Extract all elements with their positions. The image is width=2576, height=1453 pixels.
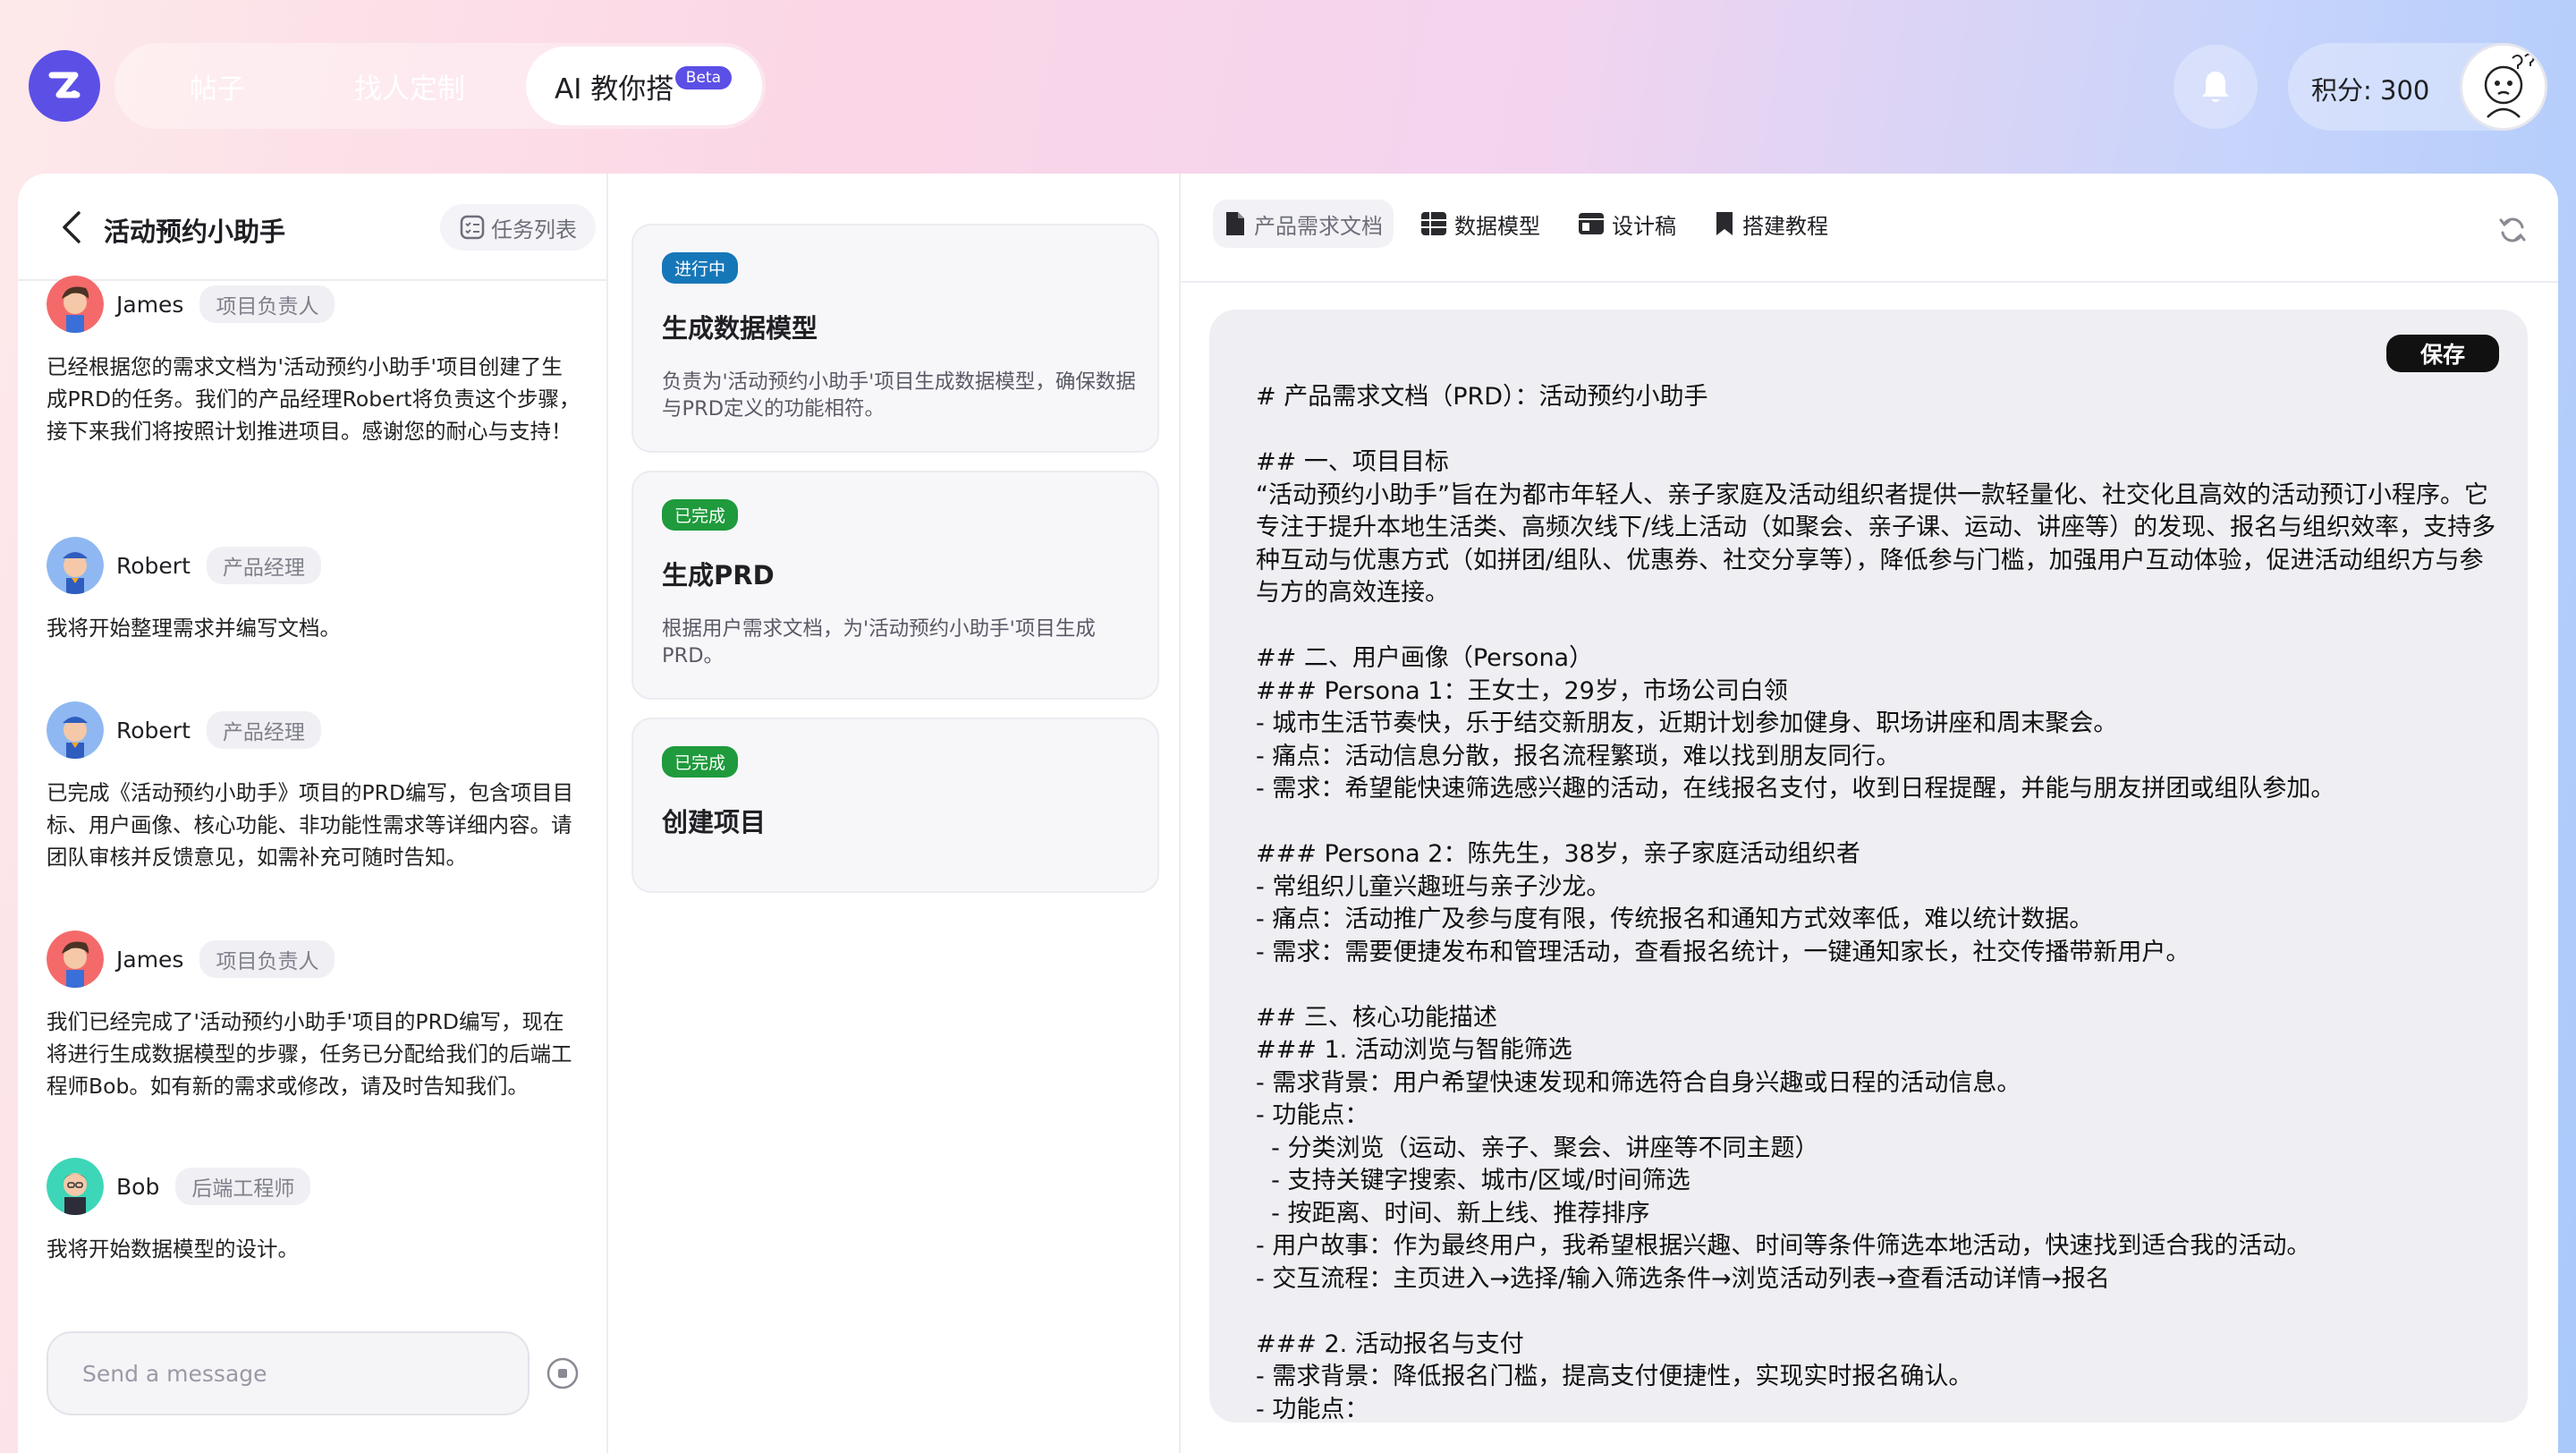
refresh-icon[interactable]: [2497, 215, 2528, 245]
notification-button[interactable]: [2174, 45, 2258, 129]
avatar-james: [47, 276, 104, 333]
tab-tutorial-label: 搭建教程: [1742, 213, 1828, 239]
role-badge: 产品经理: [206, 711, 321, 749]
tab-custom-label: 找人定制: [354, 72, 465, 106]
person-avatar-icon: [47, 1158, 104, 1215]
person-avatar-icon: [47, 930, 104, 988]
sender-name: Robert: [116, 717, 191, 743]
header-divider: [1181, 281, 2558, 283]
chat-message: Robert 产品经理 我将开始整理需求并编写文档。: [47, 537, 601, 644]
back-arrow-icon[interactable]: [55, 209, 88, 245]
project-title: 活动预约小助手: [104, 217, 286, 247]
task-card[interactable]: 已完成 创建项目: [631, 718, 1159, 893]
tab-custom[interactable]: 找人定制: [329, 43, 490, 129]
user-avatar[interactable]: [2460, 43, 2547, 131]
message-text: 已经根据您的需求文档为'活动预约小助手'项目创建了生成PRD的任务。我们的产品经…: [47, 354, 580, 444]
column-divider: [606, 174, 608, 1453]
tab-design[interactable]: 设计稿: [1567, 200, 1687, 248]
sender-name: James: [116, 946, 184, 973]
task-card[interactable]: 已完成 生成PRD 根据用户需求文档，为'活动预约小助手'项目生成PRD。: [631, 471, 1159, 700]
task-list-label: 任务列表: [491, 217, 577, 242]
message-input[interactable]: [48, 1333, 528, 1414]
cartoon-avatar-icon: [2462, 46, 2545, 128]
column-divider: [1179, 174, 1181, 1453]
tab-design-label: 设计稿: [1612, 213, 1676, 239]
role-badge: 项目负责人: [199, 285, 335, 323]
bookmark-icon: [1716, 212, 1733, 235]
tab-posts[interactable]: 帖子: [150, 43, 284, 129]
sender-name: Robert: [116, 552, 191, 579]
message-composer: [47, 1331, 530, 1415]
window-icon: [1579, 213, 1604, 234]
avatar-robert: [47, 701, 104, 759]
chat-message: Robert 产品经理 已完成《活动预约小助手》项目的PRD编写，包含项目目标、…: [47, 701, 601, 873]
app-logo[interactable]: [29, 50, 100, 122]
chat-message: Bob 后端工程师 我将开始数据模型的设计。: [47, 1158, 601, 1265]
status-badge: 进行中: [662, 252, 739, 284]
stop-icon[interactable]: [546, 1356, 580, 1390]
tab-tutorial[interactable]: 搭建教程: [1703, 200, 1839, 248]
tab-prd[interactable]: 产品需求文档: [1213, 200, 1394, 248]
chat-header: 活动预约小助手 任务列表: [18, 174, 606, 281]
role-badge: 项目负责人: [199, 940, 335, 978]
sender-name: James: [116, 291, 184, 318]
tab-prd-label: 产品需求文档: [1254, 213, 1383, 239]
avatar-robert: [47, 537, 104, 594]
message-text: 我们已经完成了'活动预约小助手'项目的PRD编写，现在将进行生成数据模型的步骤，…: [47, 1009, 572, 1099]
task-description: 根据用户需求文档，为'活动预约小助手'项目生成PRD。: [662, 617, 1096, 667]
main-nav: 帖子 找人定制 AI 教你搭 Beta: [114, 43, 766, 129]
save-button[interactable]: 保存: [2386, 335, 2499, 372]
avatar-james: [47, 930, 104, 988]
task-description: 负责为'活动预约小助手'项目生成数据模型，确保数据与PRD定义的功能相符。: [662, 370, 1136, 421]
message-text: 我将开始数据模型的设计。: [47, 1236, 299, 1262]
message-text: 已完成《活动预约小助手》项目的PRD编写，包含项目目标、用户画像、核心功能、非功…: [47, 780, 574, 870]
status-badge: 已完成: [662, 746, 739, 777]
prd-document: 保存 # 产品需求文档（PRD）：活动预约小助手 ## 一、项目目标 “活动预约…: [1209, 310, 2528, 1423]
tab-data-model-label: 数据模型: [1454, 213, 1540, 239]
person-avatar-icon: [47, 537, 104, 594]
task-title: 生成PRD: [662, 560, 775, 591]
task-title: 创建项目: [662, 807, 767, 837]
role-badge: 产品经理: [206, 547, 321, 584]
table-icon: [1421, 212, 1446, 235]
tab-ai-teach[interactable]: AI 教你搭 Beta: [526, 47, 762, 125]
tab-data-model[interactable]: 数据模型: [1410, 200, 1551, 248]
beta-badge: Beta: [674, 66, 732, 89]
role-badge: 后端工程师: [175, 1168, 311, 1205]
task-title: 生成数据模型: [662, 313, 818, 344]
points-panel: 积分: 300: [2288, 43, 2547, 131]
tab-posts-label: 帖子: [190, 72, 245, 106]
avatar-bob: [47, 1158, 104, 1215]
workspace: 活动预约小助手 任务列表 James 项目负责人 已经根据您的需求文档为'活动预…: [18, 174, 2558, 1453]
chat-message: James 项目负责人 我们已经完成了'活动预约小助手'项目的PRD编写，现在将…: [47, 930, 601, 1102]
document-icon: [1226, 212, 1244, 235]
checklist-icon: [460, 215, 485, 240]
chat-message: James 项目负责人 已经根据您的需求文档为'活动预约小助手'项目创建了生成P…: [47, 276, 601, 447]
sender-name: Bob: [116, 1173, 160, 1200]
status-badge: 已完成: [662, 499, 739, 531]
message-text: 我将开始整理需求并编写文档。: [47, 616, 341, 641]
person-avatar-icon: [47, 701, 104, 759]
task-card[interactable]: 进行中 生成数据模型 负责为'活动预约小助手'项目生成数据模型，确保数据与PRD…: [631, 224, 1159, 453]
logo-icon: [48, 72, 80, 98]
tab-ai-teach-label: AI 教你搭: [555, 72, 674, 106]
person-avatar-icon: [47, 276, 104, 333]
task-list-button[interactable]: 任务列表: [440, 204, 596, 251]
document-content[interactable]: # 产品需求文档（PRD）：活动预约小助手 ## 一、项目目标 “活动预约小助手…: [1256, 381, 2499, 1423]
bell-icon: [2202, 72, 2229, 102]
points-text: 积分: 300: [2311, 75, 2430, 106]
top-bar: 帖子 找人定制 AI 教你搭 Beta 积分: 300: [0, 0, 2576, 174]
doc-tabs: 产品需求文档 数据模型 设计稿 搭建教程: [1213, 199, 1839, 249]
